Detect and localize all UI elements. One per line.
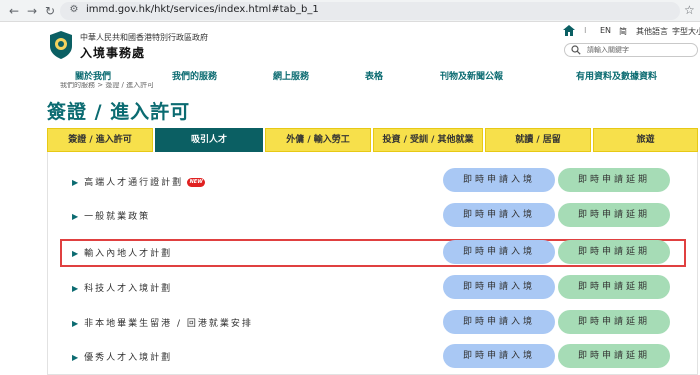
nav-forms[interactable]: 表格 — [365, 69, 383, 82]
scheme-link-non-local-graduates[interactable]: ▶ 非本地畢業生留港 / 回港就業安排 — [72, 316, 253, 329]
scheme-label: 科技人才入境計劃 — [84, 284, 173, 294]
nav-our-services[interactable]: 我們的服務 — [172, 69, 217, 82]
page-title: 簽證 / 進入許可 — [47, 101, 191, 123]
apply-extension-button[interactable]: 即時申請延期 — [558, 203, 670, 227]
apply-extension-button[interactable]: 即時申請延期 — [558, 344, 670, 368]
scheme-link-top-talent[interactable]: ▶ 高端人才通行證計劃 NEW — [72, 175, 206, 188]
tab-talent[interactable]: 吸引人才 — [155, 128, 263, 152]
tab-visa-entry[interactable]: 簽證 / 進入許可 — [47, 128, 153, 152]
other-languages-link[interactable]: 其他語言 — [636, 26, 668, 37]
nav-about-us[interactable]: 關於我們 — [75, 69, 111, 82]
back-icon[interactable]: ← — [6, 3, 22, 19]
scheme-label: 優秀人才入境計劃 — [84, 353, 173, 363]
reload-icon[interactable]: ↻ — [42, 3, 58, 19]
tab-domestic-helpers[interactable]: 外傭 / 輸入勞工 — [265, 128, 371, 152]
apply-entry-button[interactable]: 即時申請入境 — [443, 203, 555, 227]
font-size-link[interactable]: 字型大小 — [672, 26, 700, 37]
lang-en-link[interactable]: EN — [600, 26, 611, 35]
search-input[interactable] — [564, 43, 698, 57]
bookmark-star-icon[interactable]: ☆ — [684, 3, 695, 17]
lang-sc-link[interactable]: 简 — [619, 26, 627, 37]
site-info-icon[interactable]: ⚙ — [68, 4, 80, 16]
apply-entry-button[interactable]: 即時申請入境 — [443, 240, 555, 264]
apply-extension-button[interactable]: 即時申請延期 — [558, 310, 670, 334]
triangle-right-icon: ▶ — [72, 212, 79, 221]
apply-extension-button[interactable]: 即時申請延期 — [558, 168, 670, 192]
apply-entry-button[interactable]: 即時申請入境 — [443, 275, 555, 299]
scheme-link-mainland-talent[interactable]: ▶ 輸入內地人才計劃 — [72, 246, 172, 259]
government-name: 中華人民共和國香港特別行政區政府 — [80, 33, 208, 42]
scheme-link-quality-migrant[interactable]: ▶ 優秀人才入境計劃 — [72, 350, 172, 363]
search-placeholder: 請輸入關鍵字 — [587, 46, 629, 54]
forward-icon[interactable]: → — [24, 3, 40, 19]
scheme-label: 高端人才通行證計劃 — [84, 178, 184, 188]
triangle-right-icon: ▶ — [72, 249, 79, 258]
search-icon[interactable] — [571, 45, 581, 55]
apply-extension-button[interactable]: 即時申請延期 — [558, 240, 670, 264]
main-navigation: 關於我們 我們的服務 網上服務 表格 刊物及新聞公報 有用資料及數據資料 — [0, 66, 700, 82]
tab-study-residence[interactable]: 就讀 / 居留 — [485, 128, 591, 152]
triangle-right-icon: ▶ — [72, 284, 79, 293]
category-tabs: 簽證 / 進入許可 吸引人才 外傭 / 輸入勞工 投資 / 受訓 / 其他就業 … — [47, 128, 698, 152]
home-icon[interactable] — [563, 25, 575, 36]
triangle-right-icon: ▶ — [72, 178, 79, 187]
triangle-right-icon: ▶ — [72, 319, 79, 328]
department-name[interactable]: 入境事務處 — [80, 44, 145, 61]
immd-logo-icon[interactable] — [48, 30, 74, 60]
scheme-label: 非本地畢業生留港 / 回港就業安排 — [84, 319, 253, 329]
scheme-label: 輸入內地人才計劃 — [84, 249, 173, 259]
nav-publications[interactable]: 刊物及新聞公報 — [440, 69, 503, 82]
scheme-link-general-employment[interactable]: ▶ 一般就業政策 — [72, 209, 150, 222]
url-text[interactable]: immd.gov.hk/hkt/services/index.html#tab_… — [86, 4, 319, 15]
triangle-right-icon: ▶ — [72, 353, 79, 362]
apply-extension-button[interactable]: 即時申請延期 — [558, 275, 670, 299]
accessibility-icon[interactable]: ⁝ — [584, 26, 587, 35]
scheme-label: 一般就業政策 — [84, 212, 151, 222]
new-badge: NEW — [187, 178, 206, 187]
scheme-link-technology-talent[interactable]: ▶ 科技人才入境計劃 — [72, 281, 172, 294]
apply-entry-button[interactable]: 即時申請入境 — [443, 344, 555, 368]
browser-toolbar: ← → ↻ ⚙ immd.gov.hk/hkt/services/index.h… — [0, 0, 700, 22]
nav-useful-info[interactable]: 有用資料及數據資料 — [576, 69, 657, 82]
tab-travel[interactable]: 旅遊 — [593, 128, 698, 152]
tab-investment[interactable]: 投資 / 受訓 / 其他就業 — [373, 128, 483, 152]
apply-entry-button[interactable]: 即時申請入境 — [443, 310, 555, 334]
breadcrumb[interactable]: 我們的服務 > 簽證 / 進入許可 — [60, 82, 154, 90]
nav-e-services[interactable]: 網上服務 — [273, 69, 309, 82]
apply-entry-button[interactable]: 即時申請入境 — [443, 168, 555, 192]
